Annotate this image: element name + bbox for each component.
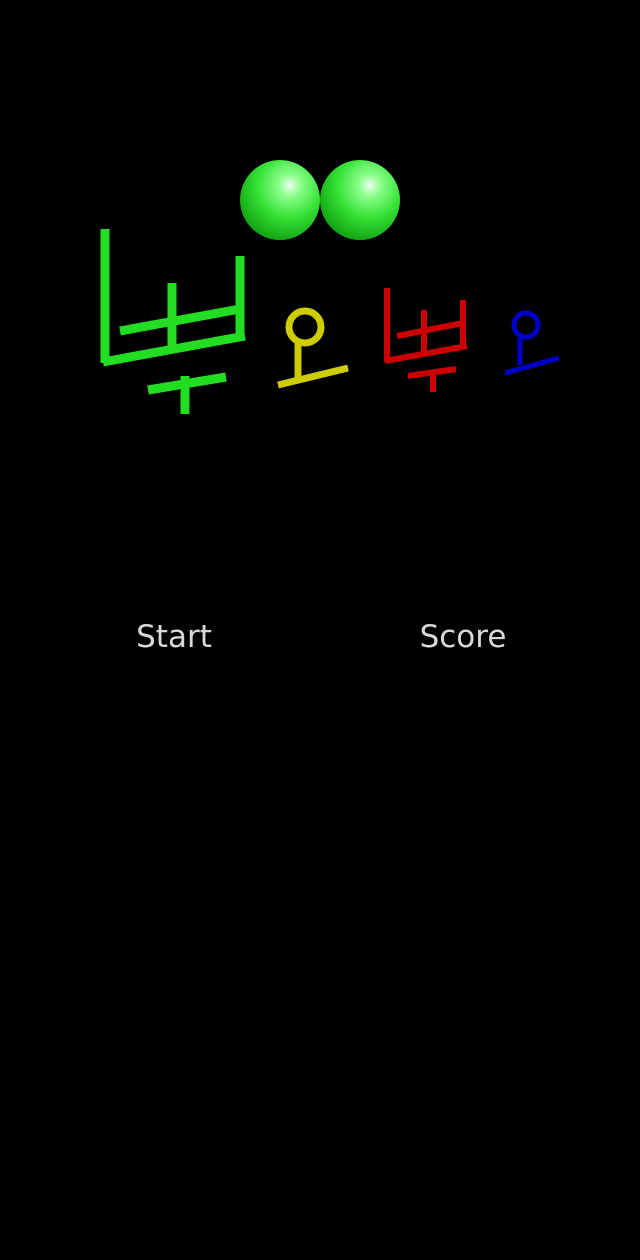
game-title-logo [100, 160, 560, 414]
score-button[interactable]: Score [400, 612, 526, 662]
puyo-ball-right [320, 160, 400, 240]
title-syllable-ppu-large [100, 229, 246, 414]
puyo-balls [240, 160, 400, 240]
title-syllable-ppu-red [384, 288, 468, 392]
title-syllable-yo-blue [504, 310, 560, 376]
start-button[interactable]: Start [118, 612, 230, 662]
puyo-ball-left [240, 160, 320, 240]
title-syllable-yo-yellow [277, 307, 349, 389]
